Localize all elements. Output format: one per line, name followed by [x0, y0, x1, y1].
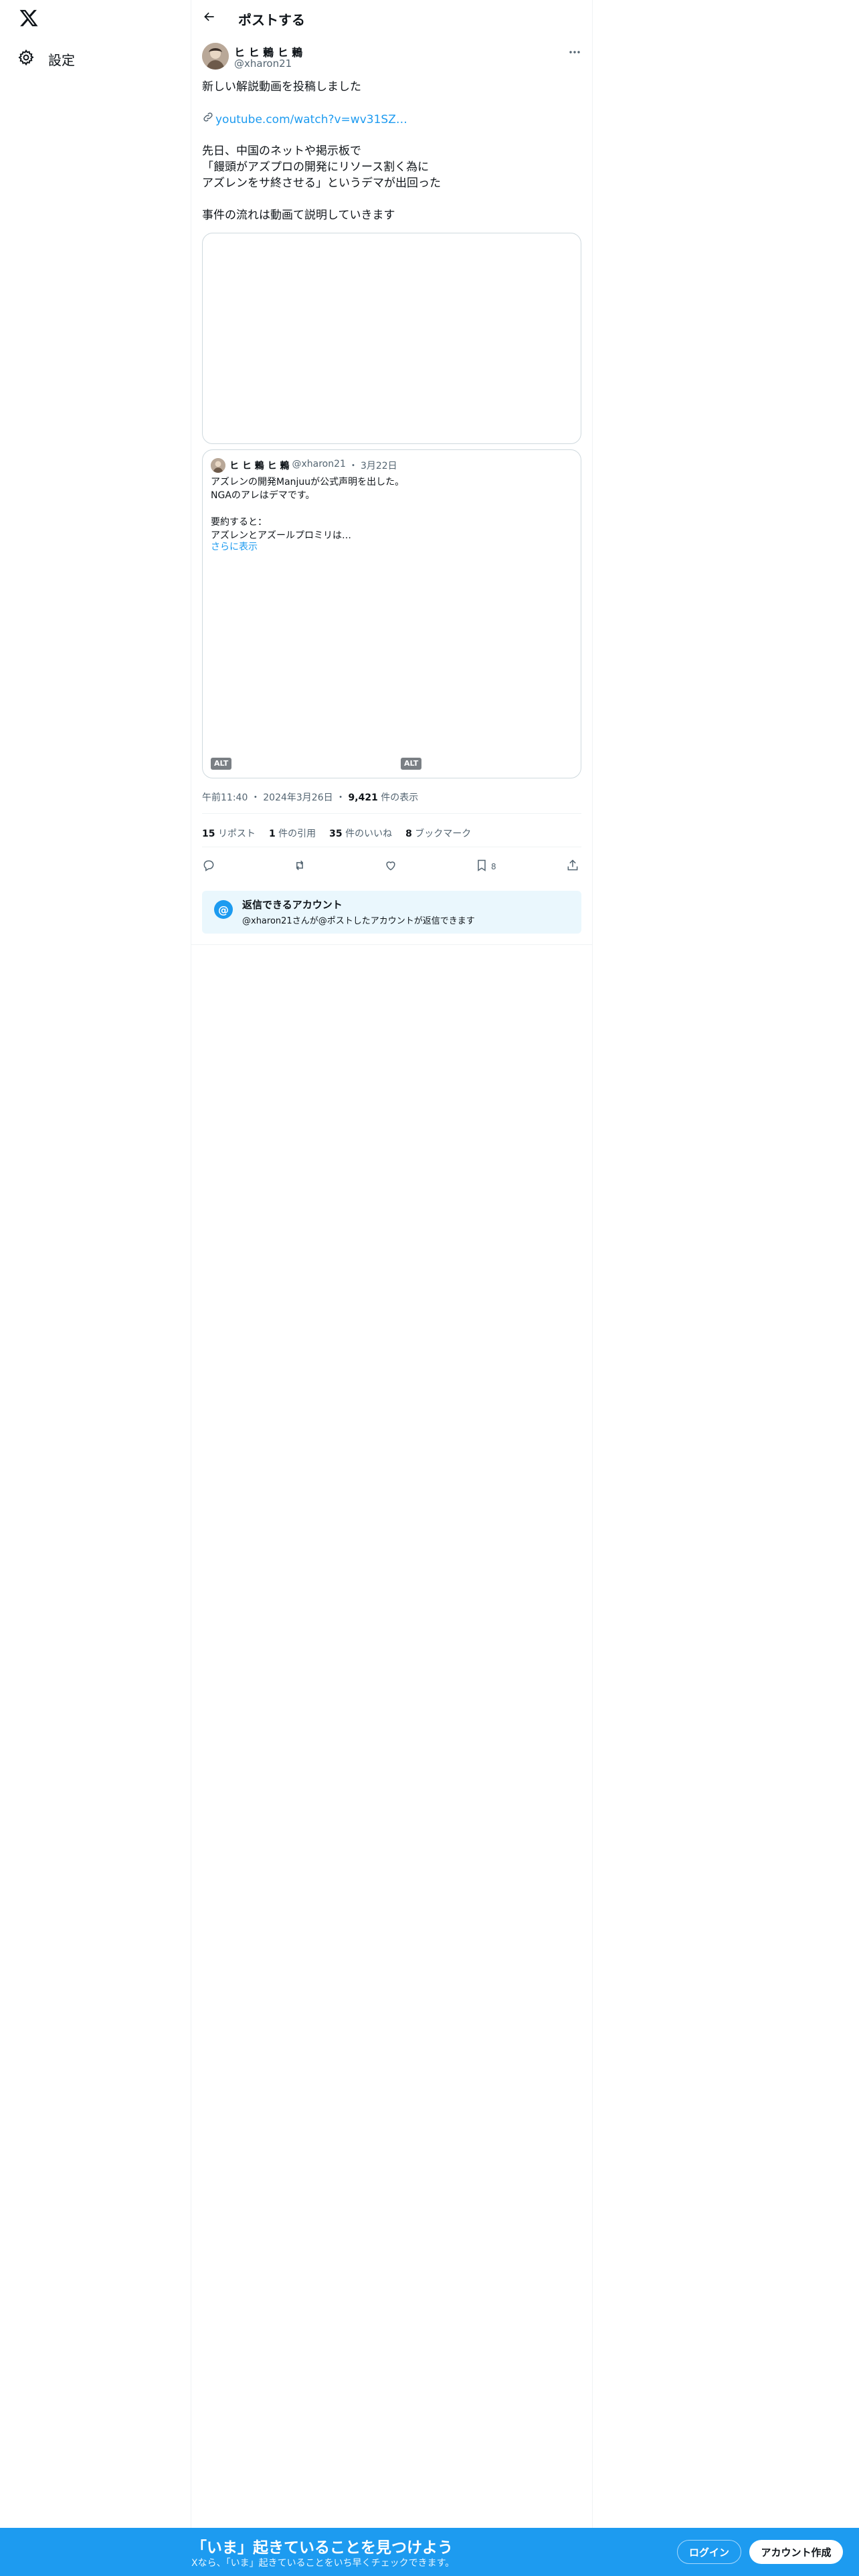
quoted-header: ヒ ヒ 鶫 ヒ 鶫 @xharon21 ・ 3月22日: [229, 459, 397, 472]
top-bar: ポストする: [191, 0, 592, 36]
quoted-date: 3月22日: [360, 461, 397, 471]
reposts-label: リポスト: [217, 829, 256, 839]
views-label: 件の表示: [381, 792, 419, 803]
quoted-post[interactable]: ヒ ヒ 鶫 ヒ 鶫 @xharon21 ・ 3月22日 アズレンの開発Manju…: [202, 449, 581, 778]
post-time[interactable]: 午前11:40: [202, 792, 248, 803]
more-dots-icon: [568, 49, 581, 62]
post-link[interactable]: youtube.com/watch?v=wv31SZ…: [202, 111, 407, 128]
stat-likes[interactable]: 35 件のいいね: [329, 827, 392, 840]
post-link-text[interactable]: youtube.com/watch?v=wv31SZ…: [215, 112, 407, 128]
quoted-text: アズレンの開発Manjuuが公式声明を出した。 NGAのアレはデマです。 要約す…: [211, 477, 405, 541]
more-options-button[interactable]: [568, 45, 581, 59]
action-bar: 8: [202, 856, 581, 876]
reply-restriction-title: 返信できるアカウント: [242, 899, 343, 911]
quoted-avatar: [211, 458, 225, 473]
stat-bookmarks[interactable]: 8 ブックマーク: [405, 827, 471, 840]
author-handle[interactable]: @xharon21: [234, 58, 292, 70]
alt-badge[interactable]: ALT: [211, 758, 232, 770]
post-meta-sep: ・: [336, 792, 346, 803]
x-logo-icon[interactable]: [19, 8, 39, 28]
likes-label: 件のいいね: [345, 829, 393, 839]
share-icon: [566, 859, 579, 874]
repost-icon: [293, 859, 306, 874]
quoted-handle: @xharon21: [292, 459, 346, 469]
reposts-count: 15: [202, 829, 215, 839]
share-button[interactable]: [566, 859, 579, 874]
nav-item-settings-label: 設定: [48, 51, 75, 68]
back-button[interactable]: [198, 7, 221, 29]
show-more-link[interactable]: さらに表示: [211, 540, 258, 553]
left-nav: 設定: [0, 0, 191, 2576]
alt-badge[interactable]: ALT: [401, 758, 422, 770]
divider: [191, 944, 592, 945]
main-column: ポストする ヒ ヒ 鶫 ヒ 鶫 @xharon21 新しい解説動画を投稿しました…: [191, 0, 593, 2576]
post-author: ヒ ヒ 鶫 ヒ 鶫 @xharon21: [202, 43, 581, 72]
likes-count: 35: [329, 829, 343, 839]
create-account-button[interactable]: アカウント作成: [749, 2540, 843, 2564]
bookmarks-label: ブックマーク: [415, 829, 472, 839]
page-title: ポストする: [238, 12, 305, 28]
bookmark-button[interactable]: 8: [475, 859, 496, 874]
post-text-para3: 事件の流れは動画て説明していきます: [202, 209, 395, 222]
post-stats: 15 リポスト 1 件の引用 35 件のいいね 8 ブックマーク: [202, 827, 471, 840]
post-text-para2: 先日、中国のネットや掲示板で 「饅頭がアズプロの開発にリソース割く為に アズレン…: [202, 144, 441, 190]
link-icon: [202, 111, 214, 128]
post-date[interactable]: 2024年3月26日: [263, 792, 332, 803]
heart-icon: [384, 859, 397, 874]
post-text-line1: 新しい解説動画を投稿しました: [202, 80, 361, 94]
video-embed[interactable]: [202, 233, 581, 444]
signup-banner: 「いま」起きていることを見つけよう Xなら、「いま」起きていることをいち早くチェ…: [0, 2528, 859, 2576]
bookmark-icon: [475, 859, 488, 874]
stat-quotes[interactable]: 1 件の引用: [269, 827, 316, 840]
arrow-left-icon: [203, 10, 216, 26]
post-meta-sep: ・: [250, 792, 260, 803]
reply-icon: [202, 859, 215, 874]
avatar[interactable]: [202, 43, 229, 70]
reply-button[interactable]: [202, 859, 215, 874]
reply-restriction-subtitle: @xharon21さんが@ポストしたアカウントが返信できます: [242, 916, 475, 926]
banner-subtitle: Xなら、「いま」起きていることをいち早くチェックできます。: [191, 2558, 455, 2569]
stat-reposts[interactable]: 15 リポスト: [202, 827, 256, 840]
quotes-count: 1: [268, 829, 276, 839]
reply-restriction-notice: @ 返信できるアカウント @xharon21さんが@ポストしたアカウントが返信で…: [202, 891, 581, 934]
views-count: 9,421: [348, 792, 378, 803]
bookmarks-count: 8: [405, 829, 412, 839]
login-button[interactable]: ログイン: [677, 2540, 741, 2564]
bookmark-count: 8: [491, 861, 496, 871]
repost-button[interactable]: [293, 859, 306, 874]
quotes-label: 件の引用: [278, 829, 316, 839]
nav-item-settings[interactable]: 設定: [17, 48, 75, 70]
at-sign-icon: @: [214, 900, 233, 919]
divider: [202, 813, 581, 814]
like-button[interactable]: [384, 859, 397, 874]
post-timestamp: 午前11:40 ・ 2024年3月26日 ・ 9,421 件の表示: [202, 790, 418, 804]
quoted-sep: ・: [348, 461, 358, 471]
quoted-author-name: ヒ ヒ 鶫 ヒ 鶫: [229, 461, 290, 471]
banner-title: 「いま」起きていることを見つけよう: [191, 2539, 453, 2557]
gear-icon: [17, 49, 35, 70]
